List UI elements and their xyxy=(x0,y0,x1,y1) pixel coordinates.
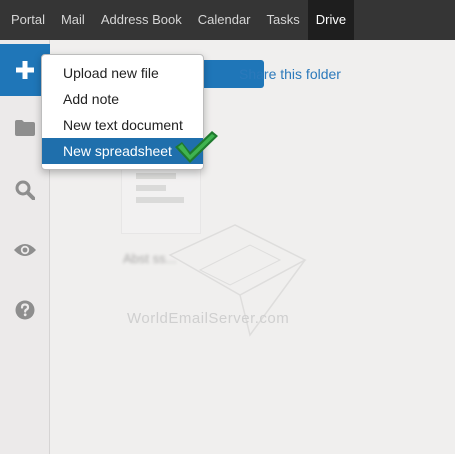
folder-icon xyxy=(15,120,35,136)
tab-drive[interactable]: Drive xyxy=(307,0,355,40)
help-icon xyxy=(15,300,35,320)
eye-icon xyxy=(14,244,36,256)
plus-icon xyxy=(16,61,34,79)
tab-tasks[interactable]: Tasks xyxy=(259,0,308,40)
thumb-line xyxy=(136,185,166,191)
help-button[interactable] xyxy=(0,284,50,336)
search-button[interactable] xyxy=(0,164,50,216)
thumb-line xyxy=(136,173,176,179)
tab-portal[interactable]: Portal xyxy=(0,0,53,40)
thumb-line xyxy=(136,197,184,203)
tab-address-book[interactable]: Address Book xyxy=(93,0,190,40)
checkmark-icon xyxy=(175,131,218,163)
top-navigation-bar: Portal Mail Address Book Calendar Tasks … xyxy=(0,0,455,40)
share-folder-link[interactable]: Share this folder xyxy=(239,66,341,82)
tab-mail[interactable]: Mail xyxy=(53,0,93,40)
watermark-text: WorldEmailServer.com xyxy=(127,310,290,327)
search-icon xyxy=(15,180,35,200)
tab-calendar[interactable]: Calendar xyxy=(190,0,259,40)
menu-item-add-note[interactable]: Add note xyxy=(42,86,203,112)
menu-item-upload-new-file[interactable]: Upload new file xyxy=(42,60,203,86)
shared-view-button[interactable] xyxy=(0,224,50,276)
